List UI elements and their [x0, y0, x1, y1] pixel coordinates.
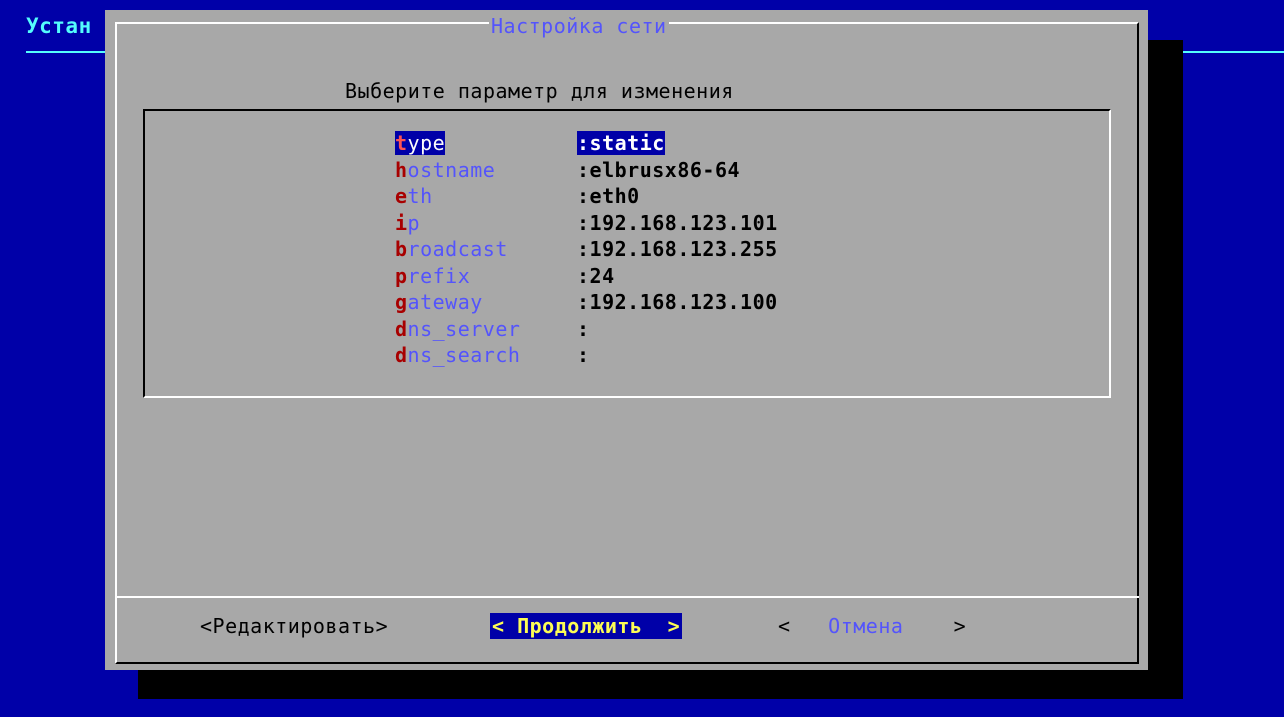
- edit-button[interactable]: <Редактировать>: [200, 613, 388, 639]
- backtitle: Устан: [26, 14, 92, 38]
- cancel-button-label: Отмена: [828, 614, 904, 638]
- parameter-menu: type:static hostname:elbrusx86-64 eth:eth0…: [395, 130, 778, 369]
- menu-item-dns-search[interactable]: dns_search:: [395, 342, 778, 369]
- menu-item-gateway[interactable]: gateway:192.168.123.100: [395, 289, 778, 316]
- installer-screen: Устан Настройка сети Выберите параметр д…: [0, 0, 1284, 717]
- menu-item-prefix[interactable]: prefix:24: [395, 263, 778, 290]
- menu-item-tag-rest: ns_server: [407, 316, 521, 341]
- continue-button-close: >: [642, 614, 681, 638]
- menu-item-ip[interactable]: ip:192.168.123.101: [395, 210, 778, 237]
- menu-item-value: :192.168.123.100: [577, 290, 778, 314]
- menu-item-tag: dns_search: [395, 342, 577, 369]
- menu-item-tag: prefix: [395, 263, 577, 290]
- menu-item-hotkey: g: [395, 290, 408, 314]
- menu-item-value: :elbrusx86-64: [577, 157, 741, 182]
- menu-item-type[interactable]: type:static: [395, 130, 778, 157]
- menu-item-tag: gateway: [395, 289, 577, 316]
- menu-item-tag: ip: [395, 210, 577, 237]
- cancel-button-close: >: [903, 614, 967, 638]
- continue-button-open: <: [492, 614, 518, 638]
- cancel-button[interactable]: < Отмена >: [778, 613, 966, 639]
- menu-item-hotkey: b: [395, 237, 408, 261]
- menu-item-value: :24: [577, 263, 615, 288]
- menu-item-tag-rest: refix: [407, 263, 471, 288]
- menu-item-value: :: [577, 316, 590, 341]
- menu-item-eth[interactable]: eth:eth0: [395, 183, 778, 210]
- menu-item-hostname[interactable]: hostname:elbrusx86-64: [395, 157, 778, 184]
- menu-item-tag: eth: [395, 183, 577, 210]
- dialog-prompt: Выберите параметр для изменения: [345, 79, 734, 103]
- menu-item-hotkey: p: [395, 263, 408, 288]
- menu-item-tag-rest: p: [407, 210, 421, 235]
- continue-button-label: Продолжить: [517, 614, 643, 638]
- cancel-button-open: <: [778, 614, 829, 638]
- menu-item-tag-rest: ostname: [407, 157, 496, 182]
- edit-button-close: >: [375, 614, 389, 638]
- continue-button[interactable]: < Продолжить >: [490, 613, 683, 639]
- menu-item-value: :static: [577, 131, 665, 155]
- menu-item-hotkey: d: [395, 343, 408, 367]
- dialog-title: Настройка сети: [489, 14, 669, 38]
- menu-item-tag-rest: roadcast: [407, 237, 508, 261]
- menu-item-hotkey: h: [395, 157, 408, 182]
- edit-button-open: <: [200, 614, 213, 638]
- menu-item-tag-rest: th: [407, 184, 433, 208]
- menu-item-tag-rest: ns_search: [407, 343, 521, 367]
- menu-item-value: :192.168.123.255: [577, 237, 778, 261]
- menu-item-hotkey: i: [395, 210, 408, 235]
- menu-item-tag-rest: ateway: [407, 290, 483, 314]
- menu-item-tag: type: [395, 130, 577, 157]
- menu-item-dns-server[interactable]: dns_server:: [395, 316, 778, 343]
- menu-item-hotkey: e: [395, 184, 408, 208]
- menu-item-value: :: [577, 343, 590, 367]
- menu-item-value: :eth0: [577, 184, 640, 208]
- menu-item-hotkey: t: [395, 131, 408, 155]
- menu-item-hotkey: d: [395, 316, 408, 341]
- edit-button-label: Редактировать: [212, 614, 376, 638]
- menu-item-tag: hostname: [395, 157, 577, 184]
- button-separator: [117, 596, 1139, 598]
- menu-item-tag: dns_server: [395, 316, 577, 343]
- menu-item-tag: broadcast: [395, 236, 577, 263]
- menu-item-broadcast[interactable]: broadcast:192.168.123.255: [395, 236, 778, 263]
- network-settings-dialog: Настройка сети Выберите параметр для изм…: [105, 10, 1148, 670]
- menu-item-tag-rest: ype: [407, 131, 446, 155]
- menu-item-value: :192.168.123.101: [577, 210, 778, 235]
